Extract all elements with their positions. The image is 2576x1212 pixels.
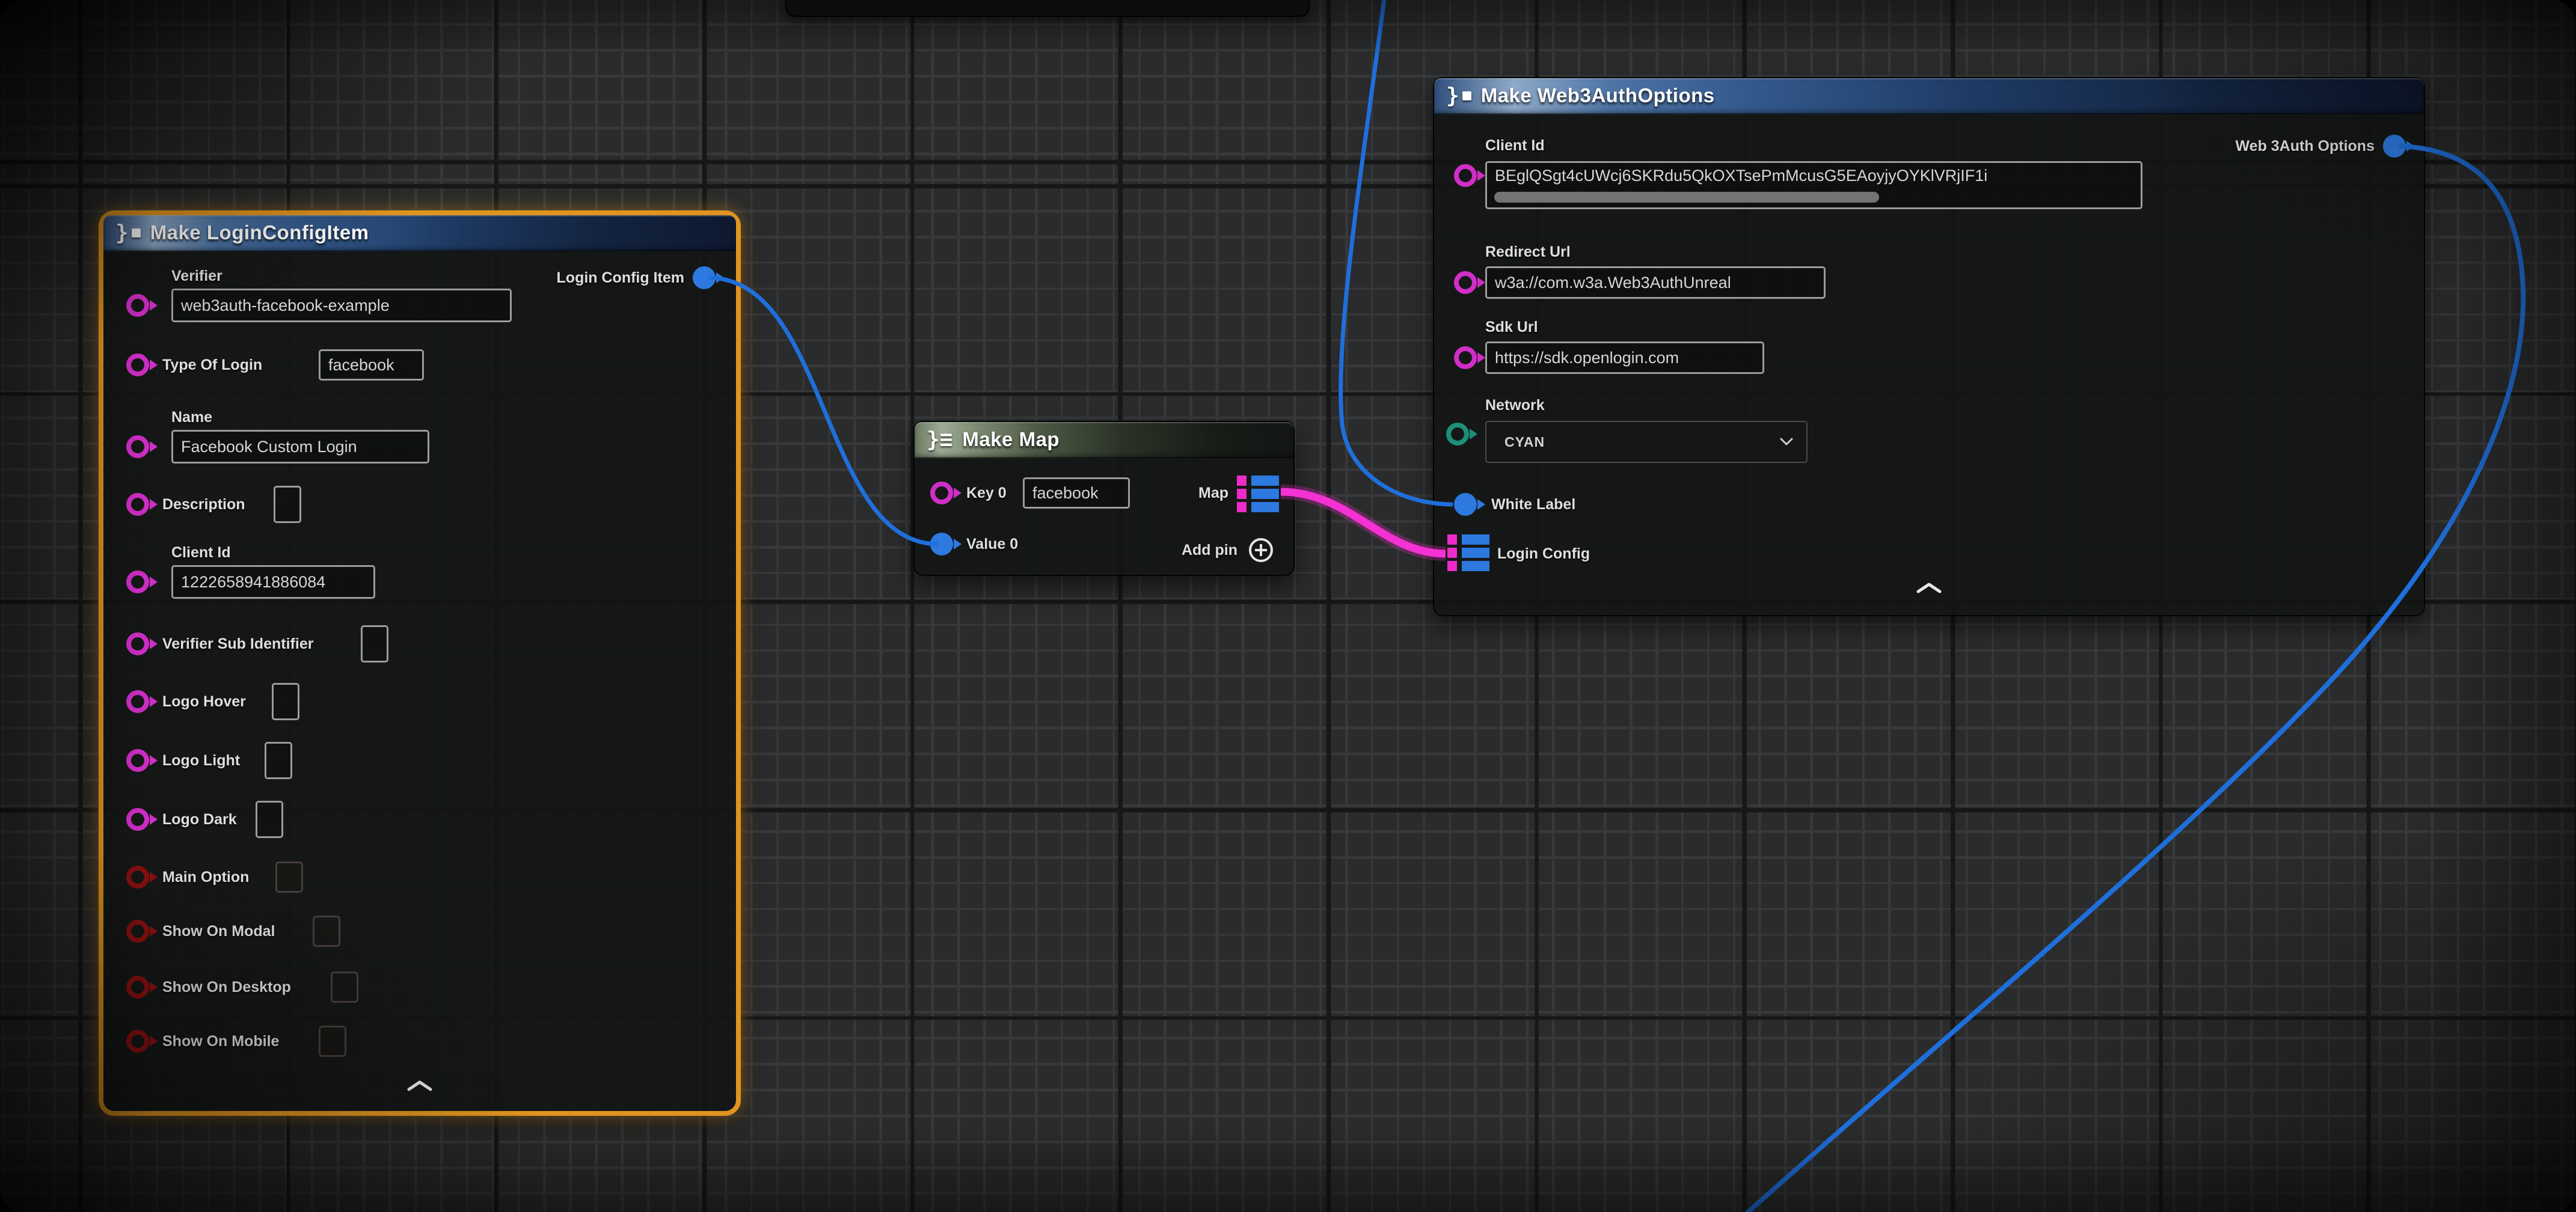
main-option-checkbox[interactable]: [275, 862, 303, 893]
key-0-input[interactable]: facebook: [1023, 477, 1130, 509]
network-dropdown[interactable]: CYAN: [1485, 421, 1808, 463]
node-make-loginconfigitem[interactable]: } Make LoginConfigItem Login Config Item…: [99, 210, 741, 1116]
make-struct-icon: }: [115, 221, 141, 245]
node-header-make-web3authoptions[interactable]: } Make Web3AuthOptions: [1434, 78, 2424, 114]
output-pin-login-config-item[interactable]: [693, 266, 716, 289]
node-header-make-loginconfigitem[interactable]: } Make LoginConfigItem: [103, 215, 736, 251]
show-on-desktop-checkbox[interactable]: [331, 972, 358, 1003]
verifier-input[interactable]: web3auth-facebook-example: [171, 289, 512, 322]
make-map-icon: }≡: [927, 427, 952, 452]
input-pin-name[interactable]: [126, 435, 149, 458]
pin-label-redirect-url: Redirect Url: [1485, 243, 1571, 261]
node-title: Make LoginConfigItem: [150, 221, 369, 244]
pin-label-value-0: Value 0: [966, 536, 1018, 553]
logo-dark-input[interactable]: [256, 801, 283, 838]
redirect-url-input[interactable]: w3a://com.w3a.Web3AuthUnreal: [1485, 266, 1826, 299]
input-pin-verifier-sub-identifier[interactable]: [126, 632, 149, 655]
pin-label-show-on-desktop: Show On Desktop: [162, 979, 291, 996]
client-id-value: BEglQSgt4cUWcj6SKRdu5QkOXTsePmMcusG5EAoy…: [1495, 167, 1987, 185]
pin-label-logo-light: Logo Light: [162, 752, 240, 770]
input-pin-client-id[interactable]: [126, 571, 149, 593]
node-title: Make Map: [962, 428, 1060, 451]
logo-hover-input[interactable]: [272, 683, 299, 720]
pin-label-web3auth-options: Web 3Auth Options: [2236, 138, 2375, 155]
input-pin-logo-hover[interactable]: [126, 690, 149, 713]
node-title: Make Web3AuthOptions: [1481, 84, 1715, 107]
pin-label-login-config-item: Login Config Item: [557, 269, 684, 287]
pin-label-client-id: Client Id: [1485, 137, 1545, 155]
show-on-modal-checkbox[interactable]: [313, 916, 340, 947]
input-pin-logo-dark[interactable]: [126, 808, 149, 831]
output-pin-web3auth-options[interactable]: [2383, 135, 2406, 158]
sdk-url-value: https://sdk.openlogin.com: [1495, 349, 1679, 367]
key-0-value: facebook: [1032, 484, 1099, 503]
pin-label-map: Map: [1198, 485, 1228, 502]
input-pin-show-on-modal[interactable]: [126, 920, 149, 943]
pin-label-key-0: Key 0: [966, 485, 1007, 502]
input-pin-description[interactable]: [126, 493, 149, 516]
pin-label-verifier: Verifier: [171, 268, 222, 285]
input-pin-login-config[interactable]: [1447, 534, 1491, 572]
pin-label-show-on-mobile: Show On Mobile: [162, 1033, 279, 1050]
input-pin-show-on-mobile[interactable]: [126, 1030, 149, 1053]
client-id-input[interactable]: 1222658941886084: [171, 565, 375, 599]
description-input[interactable]: [274, 486, 301, 523]
collapse-node-chevron[interactable]: [1916, 582, 1942, 594]
redirect-url-value: w3a://com.w3a.Web3AuthUnreal: [1495, 274, 1731, 292]
name-input[interactable]: Facebook Custom Login: [171, 430, 429, 464]
name-value: Facebook Custom Login: [181, 438, 357, 456]
input-pin-sdk-url[interactable]: [1454, 346, 1477, 369]
input-pin-key-0[interactable]: [930, 482, 953, 504]
collapse-node-chevron[interactable]: [406, 1080, 433, 1092]
logo-light-input[interactable]: [265, 742, 292, 779]
chevron-down-icon: [1780, 438, 1793, 446]
input-pin-verifier[interactable]: [126, 294, 149, 317]
show-on-mobile-checkbox[interactable]: [319, 1026, 346, 1057]
type-of-login-input[interactable]: facebook: [319, 349, 424, 381]
pin-label-network: Network: [1485, 397, 1545, 414]
sdk-url-input[interactable]: https://sdk.openlogin.com: [1485, 341, 1764, 374]
node-make-map[interactable]: }≡ Make Map Key 0 facebook Map Value 0 A…: [913, 421, 1295, 576]
input-pin-type-of-login[interactable]: [126, 354, 149, 376]
verifier-value: web3auth-facebook-example: [181, 296, 390, 315]
offscreen-node-fragment[interactable]: [785, 0, 1310, 17]
client-id-scrollbar[interactable]: [1494, 192, 1879, 203]
input-pin-client-id[interactable]: [1454, 164, 1477, 187]
input-pin-white-label[interactable]: [1454, 493, 1477, 516]
network-value: CYAN: [1504, 434, 1545, 450]
pin-label-verifier-sub-identifier: Verifier Sub Identifier: [162, 635, 313, 653]
input-pin-redirect-url[interactable]: [1454, 271, 1477, 294]
pin-label-white-label: White Label: [1491, 496, 1575, 513]
client-id-input[interactable]: BEglQSgt4cUWcj6SKRdu5QkOXTsePmMcusG5EAoy…: [1485, 161, 2142, 209]
type-of-login-value: facebook: [328, 356, 394, 375]
make-struct-icon: }: [1446, 84, 1471, 108]
pin-label-sdk-url: Sdk Url: [1485, 319, 1538, 336]
graph-canvas[interactable]: } Make LoginConfigItem Login Config Item…: [0, 0, 2576, 1212]
input-pin-show-on-desktop[interactable]: [126, 976, 149, 999]
input-pin-value-0[interactable]: [930, 533, 953, 556]
node-header-make-map[interactable]: }≡ Make Map: [915, 422, 1293, 458]
blueprint-editor: } Make LoginConfigItem Login Config Item…: [0, 0, 2576, 1212]
output-pin-map[interactable]: [1237, 476, 1280, 513]
pin-label-client-id: Client Id: [171, 544, 231, 562]
client-id-value: 1222658941886084: [181, 573, 325, 592]
pin-label-logo-dark: Logo Dark: [162, 811, 237, 828]
add-pin-label: Add pin: [1182, 542, 1237, 559]
pin-label-show-on-modal: Show On Modal: [162, 923, 275, 940]
add-pin-button[interactable]: [1247, 536, 1275, 564]
pin-label-main-option: Main Option: [162, 869, 249, 886]
input-pin-logo-light[interactable]: [126, 749, 149, 772]
verifier-sub-identifier-input[interactable]: [361, 625, 388, 663]
pin-label-type-of-login: Type Of Login: [162, 357, 262, 374]
input-pin-main-option[interactable]: [126, 866, 149, 889]
node-make-web3authoptions[interactable]: } Make Web3AuthOptions Client Id BEglQSg…: [1433, 77, 2425, 616]
pin-label-name: Name: [171, 409, 212, 426]
pin-label-description: Description: [162, 496, 245, 513]
pin-label-logo-hover: Logo Hover: [162, 693, 246, 711]
input-pin-network[interactable]: [1446, 423, 1469, 445]
pin-label-login-config: Login Config: [1497, 545, 1590, 563]
